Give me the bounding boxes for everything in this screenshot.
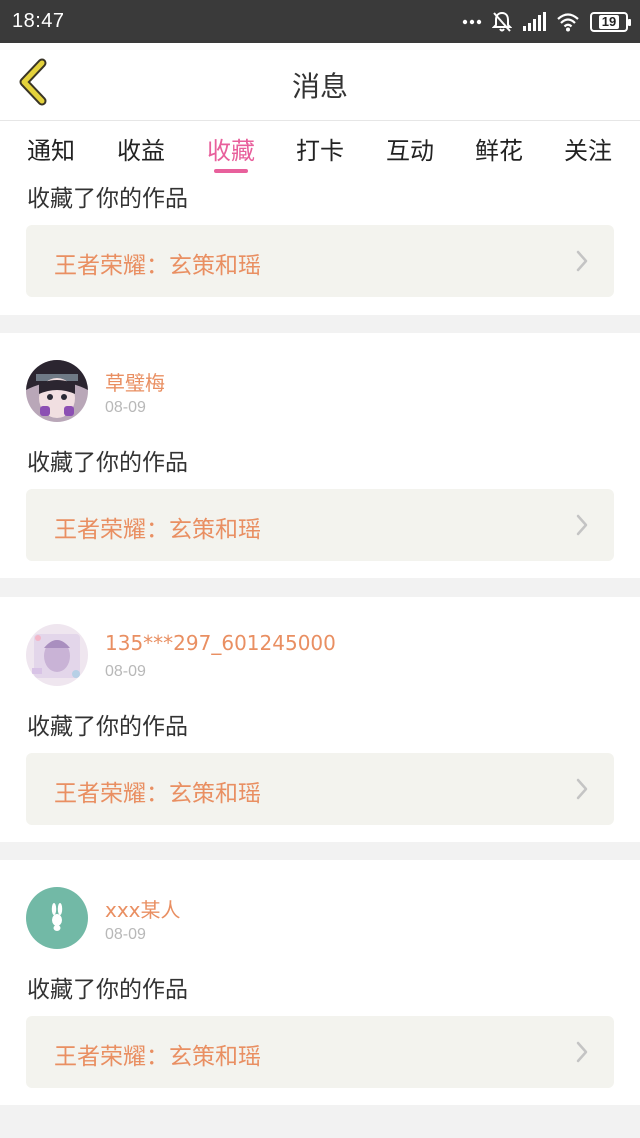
chevron-right-icon xyxy=(576,1041,588,1063)
message-date: 08-09 xyxy=(105,926,146,943)
work-link[interactable]: 王者荣耀：玄策和瑶 xyxy=(26,489,614,561)
page-title: 消息 xyxy=(291,70,348,103)
message-action: 收藏了你的作品 xyxy=(27,186,188,212)
username[interactable]: 草璧梅 xyxy=(105,367,165,396)
chevron-right-icon xyxy=(576,250,588,272)
message-action: 收藏了你的作品 xyxy=(27,714,188,740)
message-card: 草璧梅 08-09 收藏了你的作品 王者荣耀：玄策和瑶 xyxy=(0,333,640,578)
tab-earnings[interactable]: 收益 xyxy=(106,131,176,175)
message-card: 收藏了你的作品 王者荣耀：玄策和瑶 xyxy=(0,177,640,315)
work-title: 王者荣耀：玄策和瑶 xyxy=(54,1044,261,1070)
avatar[interactable] xyxy=(26,624,88,686)
tab-label: 关注 xyxy=(564,137,612,165)
username[interactable]: 135***297_601245000 xyxy=(105,631,336,655)
message-action: 收藏了你的作品 xyxy=(27,450,188,476)
chevron-right-icon xyxy=(576,514,588,536)
message-date: 08-09 xyxy=(105,399,146,416)
work-link[interactable]: 王者荣耀：玄策和瑶 xyxy=(26,753,614,825)
chevron-right-icon xyxy=(576,778,588,800)
tab-label: 鲜花 xyxy=(475,137,523,165)
message-action: 收藏了你的作品 xyxy=(27,977,188,1003)
anime-girl-avatar xyxy=(26,360,88,422)
tab-follow[interactable]: 关注 xyxy=(553,131,623,175)
tab-flowers[interactable]: 鲜花 xyxy=(464,131,534,175)
message-card: 135***297_601245000 08-09 收藏了你的作品 王者荣耀：玄… xyxy=(0,597,640,842)
wifi-icon xyxy=(557,12,579,31)
work-link[interactable]: 王者荣耀：玄策和瑶 xyxy=(26,225,614,297)
status-time: 18:47 xyxy=(12,10,65,32)
pastel-drawing-avatar xyxy=(26,624,88,686)
tab-label: 打卡 xyxy=(296,137,344,165)
avatar[interactable] xyxy=(26,887,88,949)
work-title: 王者荣耀：玄策和瑶 xyxy=(54,253,261,279)
header: 消息 xyxy=(0,43,640,121)
signal-icon xyxy=(523,11,546,31)
tab-label: 收益 xyxy=(117,137,165,165)
tab-favorites[interactable]: 收藏 xyxy=(196,131,266,175)
tab-checkin[interactable]: 打卡 xyxy=(285,131,355,175)
tab-bar: 通知 收益 收藏 打卡 互动 鲜花 关注 xyxy=(0,121,640,177)
dots-icon xyxy=(462,19,482,24)
tab-indicator xyxy=(214,169,248,173)
status-icons: 19 xyxy=(462,11,631,33)
work-title: 王者荣耀：玄策和瑶 xyxy=(54,781,261,807)
battery-level: 19 xyxy=(598,14,620,29)
message-card: xxx某人 08-09 收藏了你的作品 王者荣耀：玄策和瑶 xyxy=(0,860,640,1105)
message-list[interactable]: 收藏了你的作品 王者荣耀：玄策和瑶 草璧梅 08-09 收藏了你的作品 王者荣耀… xyxy=(0,177,640,1138)
message-date: 08-09 xyxy=(105,663,146,680)
status-bar: 18:47 19 xyxy=(0,0,640,43)
tab-label: 收藏 xyxy=(207,137,255,165)
mute-bell-icon xyxy=(492,11,512,32)
avatar[interactable] xyxy=(26,360,88,422)
rabbit-avatar xyxy=(26,887,88,949)
work-link[interactable]: 王者荣耀：玄策和瑶 xyxy=(26,1016,614,1088)
tab-notice[interactable]: 通知 xyxy=(16,131,86,175)
tab-label: 通知 xyxy=(27,137,75,165)
battery-icon: 19 xyxy=(590,11,631,32)
work-title: 王者荣耀：玄策和瑶 xyxy=(54,517,261,543)
username[interactable]: xxx某人 xyxy=(105,894,181,923)
tab-label: 互动 xyxy=(386,137,434,165)
tab-interaction[interactable]: 互动 xyxy=(375,131,445,175)
